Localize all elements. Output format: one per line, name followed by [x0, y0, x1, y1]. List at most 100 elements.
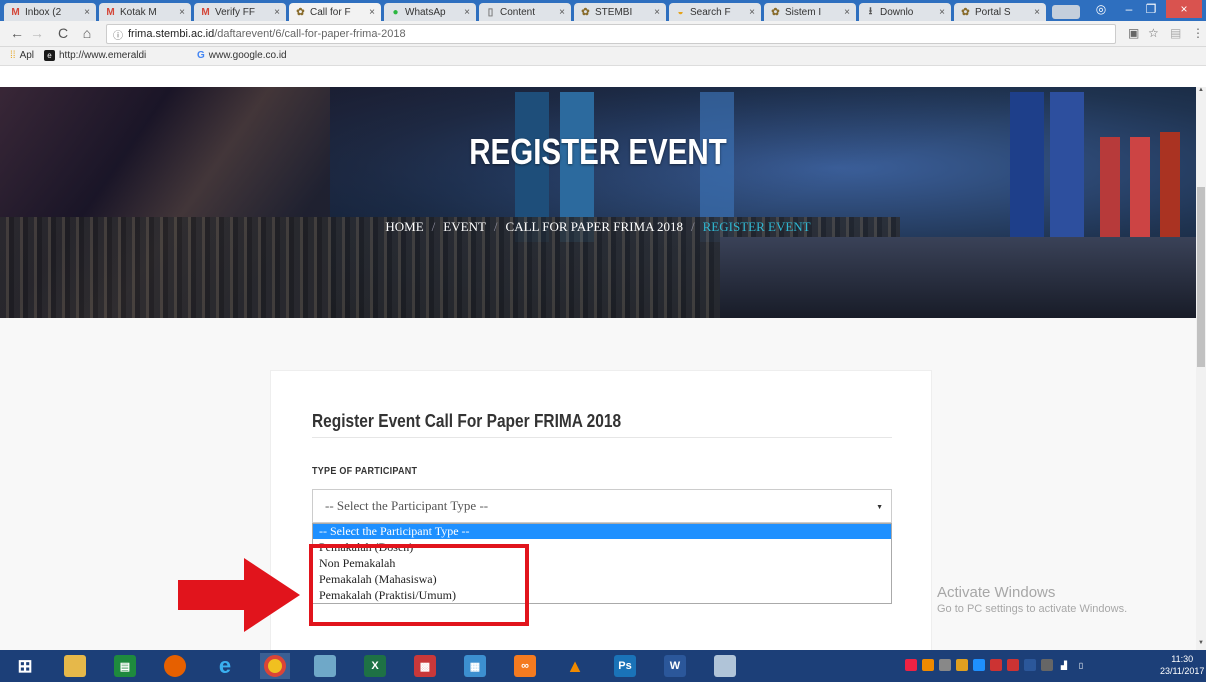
word-icon[interactable]: W — [660, 653, 690, 679]
bookmark-apps[interactable]: ⁞⁞ Apl — [10, 50, 34, 61]
browser-tab[interactable]: ✿ Sistem I × — [764, 3, 856, 21]
extension-icon[interactable]: ▤ — [1170, 26, 1181, 40]
participant-type-select[interactable]: -- Select the Participant Type -- ▼ — [312, 489, 892, 523]
new-tab-button[interactable] — [1052, 5, 1080, 19]
tab-title: STEMBI — [595, 6, 633, 18]
breadcrumb: HOME / EVENT / CALL FOR PAPER FRIMA 2018 / REG… — [0, 219, 1196, 235]
info-icon[interactable]: ⓘ — [113, 27, 123, 42]
option-placeholder[interactable]: -- Select the Participant Type -- — [313, 524, 891, 539]
tray-app-icon[interactable] — [973, 659, 985, 671]
page-title: REGISTER EVENT — [469, 131, 727, 172]
chart-app-icon[interactable]: ▩ — [410, 653, 440, 679]
browser-tab[interactable]: ✿ STEMBI × — [574, 3, 666, 21]
start-button[interactable]: ⊞ — [10, 653, 40, 679]
browser-tab[interactable]: M Kotak M × — [99, 3, 191, 21]
scroll-up-icon[interactable]: ▲ — [1197, 87, 1205, 97]
bookmark-emerald[interactable]: e http://www.emeraldi — [44, 50, 146, 61]
bookmark-google[interactable]: G www.google.co.id — [197, 50, 287, 61]
snipping-tool-icon[interactable] — [710, 653, 740, 679]
browser-tab[interactable]: ✿ Call for F × — [289, 3, 381, 21]
browser-tab[interactable]: ● WhatsAp × — [384, 3, 476, 21]
tab-title: Portal S — [975, 6, 1011, 18]
store-icon[interactable]: ▤ — [110, 653, 140, 679]
browser-tab[interactable]: ◒ Search F × — [669, 3, 761, 21]
tab-close-icon[interactable]: × — [559, 7, 565, 18]
minimize-icon[interactable]: – — [1118, 0, 1140, 18]
browser-tab[interactable]: ⭳ Downlo × — [859, 3, 951, 21]
annotation-arrow-icon — [178, 558, 300, 632]
tab-close-icon[interactable]: × — [654, 7, 660, 18]
tab-close-icon[interactable]: × — [1034, 7, 1040, 18]
scrollbar-thumb[interactable] — [1197, 187, 1205, 367]
tray-app-icon[interactable] — [956, 659, 968, 671]
gmail-icon: M — [11, 6, 20, 18]
breadcrumb-current: REGISTER EVENT — [702, 219, 811, 234]
tray-vlc-icon[interactable] — [922, 659, 934, 671]
tab-close-icon[interactable]: × — [84, 7, 90, 18]
photoshop-icon[interactable]: Ps — [610, 653, 640, 679]
page-scrollbar[interactable]: ▲ ▼ — [1196, 87, 1206, 650]
browser-tab[interactable]: M Verify FF × — [194, 3, 286, 21]
taskbar-clock[interactable]: 11:30 23/11/2017 — [1160, 653, 1204, 677]
google-icon: G — [197, 50, 205, 61]
tab-close-icon[interactable]: × — [464, 7, 470, 18]
select-value: -- Select the Participant Type -- — [325, 498, 489, 513]
back-icon[interactable]: ← — [8, 25, 26, 41]
tray-app-icon[interactable] — [990, 659, 1002, 671]
profile-icon[interactable]: ◎ — [1086, 0, 1116, 18]
tab-close-icon[interactable]: × — [274, 7, 280, 18]
tab-close-icon[interactable]: × — [844, 7, 850, 18]
browser-tab[interactable]: ✿ Portal S × — [954, 3, 1046, 21]
tab-close-icon[interactable]: × — [749, 7, 755, 18]
scroll-down-icon[interactable]: ▼ — [1197, 640, 1205, 650]
reload-icon[interactable]: C — [54, 25, 72, 41]
tray-signal-icon[interactable]: ▟ — [1058, 659, 1070, 671]
tray-battery-icon[interactable]: ▯ — [1075, 659, 1087, 671]
breadcrumb-event[interactable]: EVENT — [443, 219, 486, 234]
home-icon[interactable]: ⌂ — [78, 25, 96, 41]
tab-close-icon[interactable]: × — [939, 7, 945, 18]
onenote-icon[interactable] — [310, 653, 340, 679]
file-explorer-icon[interactable] — [60, 653, 90, 679]
breadcrumb-call-for-paper[interactable]: CALL FOR PAPER FRIMA 2018 — [506, 219, 683, 234]
bookmark-star-icon[interactable]: ☆ — [1148, 26, 1159, 40]
watermark-title: Activate Windows — [937, 584, 1056, 601]
stembi-icon: ✿ — [771, 6, 780, 18]
gmail-icon: M — [106, 6, 115, 18]
xampp-icon[interactable]: ∞ — [510, 653, 540, 679]
tab-title: WhatsAp — [405, 6, 446, 18]
restore-icon[interactable]: ❐ — [1140, 0, 1162, 18]
close-window-icon[interactable]: × — [1166, 0, 1202, 18]
breadcrumb-home[interactable]: HOME — [385, 219, 423, 234]
tab-title: Sistem I — [785, 6, 822, 18]
chrome-icon[interactable] — [260, 653, 290, 679]
url-host: frima.stembi.ac.id — [128, 28, 215, 40]
tray-sound-icon[interactable] — [939, 659, 951, 671]
bookmark-label: http://www.emeraldi — [59, 50, 147, 61]
vlc-icon[interactable]: ▲ — [560, 653, 590, 679]
activate-windows-watermark: Activate Windows Go to PC settings to ac… — [937, 584, 1127, 615]
address-bar[interactable]: ⓘ frima.stembi.ac.id/daftarevent/6/call-… — [106, 24, 1116, 44]
tray-bluetooth-icon[interactable] — [1024, 659, 1036, 671]
hero-stage — [720, 237, 1196, 318]
tray-app-icon[interactable] — [1041, 659, 1053, 671]
tray-app-icon[interactable] — [905, 659, 917, 671]
breadcrumb-separator: / — [493, 219, 498, 234]
firefox-icon[interactable] — [160, 653, 190, 679]
tab-close-icon[interactable]: × — [179, 7, 185, 18]
search-site-icon: ◒ — [677, 6, 684, 18]
translate-icon[interactable]: ▣ — [1128, 26, 1139, 40]
form-heading: Register Event Call For Paper FRIMA 2018 — [312, 411, 622, 431]
excel-icon[interactable]: X — [360, 653, 390, 679]
tab-title: Verify FF — [215, 6, 256, 18]
internet-explorer-icon[interactable]: e — [210, 653, 240, 679]
forward-icon[interactable]: → — [28, 25, 46, 41]
tray-app-icon[interactable] — [1007, 659, 1019, 671]
tab-title: Call for F — [310, 6, 351, 18]
remote-desktop-icon[interactable]: ▦ — [460, 653, 490, 679]
browser-tab[interactable]: ▯ Content × — [479, 3, 571, 21]
tab-close-icon[interactable]: × — [369, 7, 375, 18]
browser-tab[interactable]: M Inbox (2 × — [4, 3, 96, 21]
menu-icon[interactable]: ⋮ — [1192, 26, 1204, 40]
gmail-icon: M — [201, 6, 210, 18]
